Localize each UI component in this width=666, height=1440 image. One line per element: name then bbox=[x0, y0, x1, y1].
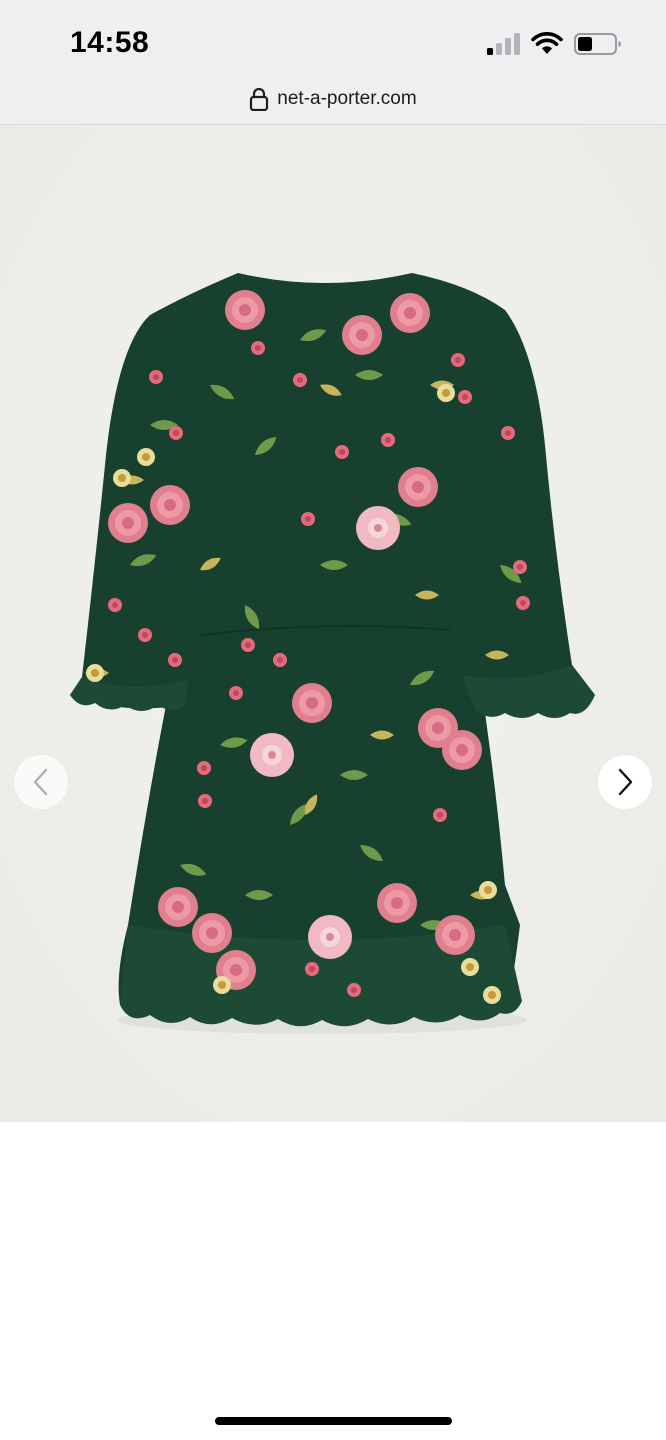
battery-icon bbox=[574, 33, 621, 55]
signal-icon bbox=[487, 33, 520, 55]
previous-image-button[interactable] bbox=[14, 755, 68, 809]
screen: 14:58 net-a-porter.com bbox=[0, 0, 666, 1440]
browser-chrome: 14:58 net-a-porter.com bbox=[0, 0, 666, 125]
chevron-right-icon bbox=[618, 768, 633, 796]
status-time: 14:58 bbox=[70, 26, 150, 59]
wifi-icon bbox=[531, 32, 563, 54]
url-text: net-a-porter.com bbox=[277, 88, 417, 109]
address-bar[interactable]: net-a-porter.com bbox=[0, 84, 666, 114]
home-indicator[interactable] bbox=[215, 1417, 452, 1425]
next-image-button[interactable] bbox=[598, 755, 652, 809]
chevron-left-icon bbox=[33, 768, 48, 796]
product-image-gallery[interactable] bbox=[0, 125, 666, 1122]
lock-icon bbox=[250, 87, 269, 111]
product-image[interactable] bbox=[0, 125, 666, 1122]
